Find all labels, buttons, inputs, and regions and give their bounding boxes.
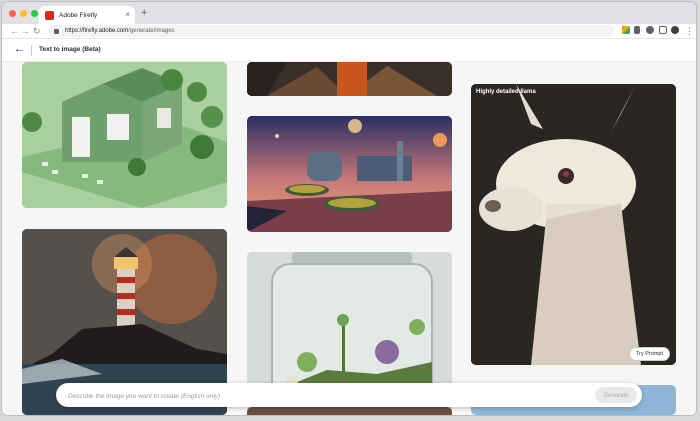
extension-doc-icon[interactable]	[634, 26, 640, 34]
generate-button[interactable]: Generate	[595, 387, 637, 403]
extension-color-icon[interactable]	[622, 26, 630, 34]
browser-menu-icon[interactable]: ⋮	[685, 24, 694, 38]
new-tab-button[interactable]: +	[141, 7, 147, 19]
alien-city-illustration	[247, 116, 452, 232]
browser-toolbar: ← → ↻ https://firefly.adobe.com/generate…	[2, 24, 696, 39]
header-divider	[31, 45, 32, 56]
close-tab-icon[interactable]: ×	[125, 10, 130, 20]
extensions-puzzle-icon[interactable]	[646, 26, 654, 34]
back-arrow-icon[interactable]: ←	[14, 42, 25, 56]
llama-illustration	[471, 84, 676, 365]
tab-title: Adobe Firefly	[59, 11, 98, 19]
cottage-illustration	[22, 62, 227, 208]
prompt-input[interactable]	[66, 388, 590, 404]
minimize-window-button[interactable]	[20, 10, 27, 17]
profile-avatar-icon[interactable]	[671, 26, 679, 34]
gallery-image-bottom[interactable]	[247, 407, 452, 415]
browser-window: Adobe Firefly × + ← → ↻ https://firefly.…	[2, 2, 696, 415]
back-nav-icon[interactable]: ←	[10, 24, 19, 38]
tab-strip: Adobe Firefly × +	[2, 2, 696, 24]
image-gallery: Highly detailed llama Try Prompt Generat…	[2, 62, 696, 415]
forward-nav-icon[interactable]: →	[21, 24, 30, 38]
card-caption: Highly detailed llama	[476, 89, 536, 95]
portrait-illustration	[247, 62, 452, 96]
side-panel-icon[interactable]	[659, 26, 667, 34]
adobe-favicon-icon	[45, 10, 54, 20]
gallery-image-alien-city[interactable]	[247, 116, 452, 232]
prompt-bar: Generate	[56, 383, 642, 407]
lock-icon	[54, 28, 59, 34]
close-window-button[interactable]	[9, 10, 16, 17]
address-bar[interactable]: https://firefly.adobe.com/generate/image…	[48, 25, 614, 37]
try-prompt-button[interactable]: Try Prompt	[629, 347, 670, 361]
maximize-window-button[interactable]	[31, 10, 38, 17]
reload-icon[interactable]: ↻	[33, 24, 41, 38]
browser-tab[interactable]: Adobe Firefly ×	[39, 6, 135, 24]
url-text: https://firefly.adobe.com/generate/image…	[65, 28, 175, 34]
gallery-image-portrait[interactable]	[247, 62, 452, 96]
page-title: Text to image (Beta)	[39, 46, 101, 53]
gallery-image-llama[interactable]: Highly detailed llama Try Prompt	[471, 84, 676, 365]
app-header: ← Text to image (Beta)	[2, 39, 696, 62]
window-controls	[9, 10, 38, 17]
gallery-image-cottage[interactable]	[22, 62, 227, 208]
